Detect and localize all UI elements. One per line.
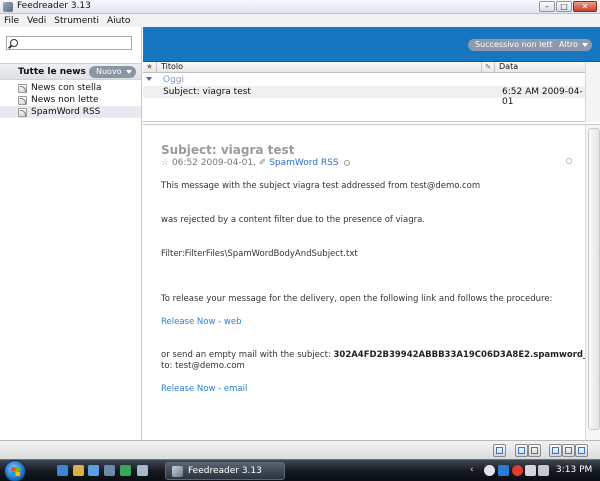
- minimize-icon: –: [545, 2, 549, 11]
- menu-bar: File Vedi Strumenti Aiuto: [0, 14, 600, 27]
- tray-expand-icon[interactable]: ‹: [470, 465, 474, 475]
- status-dot-icon[interactable]: [566, 158, 572, 164]
- release-web-link[interactable]: Release Now - web: [161, 317, 241, 327]
- close-button[interactable]: ✕: [573, 1, 597, 12]
- clock[interactable]: 3:13 PM: [556, 465, 592, 475]
- more-button[interactable]: Altro: [552, 39, 592, 51]
- article-meta: ☆ 06:52 2009-04-01, ✐ SpamWord RSS: [161, 158, 351, 168]
- sync-icon[interactable]: [493, 444, 506, 457]
- star-icon[interactable]: ☆: [161, 158, 169, 168]
- next-unread-button[interactable]: Successivo non letto: [468, 39, 565, 51]
- menu-vedi[interactable]: Vedi: [27, 16, 46, 26]
- chevron-down-icon: [125, 70, 132, 74]
- folder-icon[interactable]: [73, 465, 84, 476]
- view-compact-icon[interactable]: [515, 444, 528, 457]
- rss-icon: [18, 108, 27, 117]
- menu-file[interactable]: File: [4, 16, 19, 26]
- group-today[interactable]: Oggi: [143, 74, 585, 85]
- feedreader-icon: [172, 466, 183, 477]
- feed-sidebar: Tutte le news Nuovo News con stella News…: [0, 27, 142, 440]
- feed-item-label: News con stella: [31, 83, 102, 93]
- show-desktop-icon[interactable]: [88, 465, 99, 476]
- tray-monitor-icon[interactable]: [525, 465, 536, 476]
- article-source-link[interactable]: SpamWord RSS: [269, 158, 338, 168]
- all-news-header[interactable]: Tutte le news Nuovo: [0, 63, 141, 80]
- tray-security-icon[interactable]: [512, 465, 523, 476]
- release-code: 302A4FD2B39942ABBB33A19C06D3A8E2.spamwor…: [333, 350, 594, 360]
- status-bar: [0, 440, 600, 459]
- tray-network-icon[interactable]: [498, 465, 509, 476]
- title-bar: Feedreader 3.13 – □ ✕: [0, 0, 600, 14]
- column-date[interactable]: Data: [499, 62, 518, 72]
- flag-column-icon[interactable]: ✎: [481, 62, 495, 72]
- article-subject[interactable]: Subject: viagra test: [161, 143, 294, 157]
- minimize-button[interactable]: –: [539, 1, 555, 12]
- all-news-label: Tutte le news: [18, 67, 86, 77]
- body-line-3: Filter:FilterFiles\SpamWordBodyAndSubjec…: [161, 249, 358, 259]
- body-line-1: This message with the subject viagra tes…: [161, 181, 481, 191]
- body-line-5-prefix: or send an empty mail with the subject:: [161, 350, 331, 360]
- search-input[interactable]: [21, 38, 129, 49]
- window-title: Feedreader 3.13: [17, 1, 91, 11]
- list-header: ★ Titolo ✎ Data: [143, 62, 585, 73]
- list-scrollbar[interactable]: [585, 62, 600, 122]
- column-title[interactable]: Titolo: [161, 62, 183, 72]
- more-button-label: Altro: [559, 40, 578, 49]
- article-list: ★ Titolo ✎ Data Oggi Subject: viagra tes…: [143, 62, 600, 122]
- feed-item-spamword[interactable]: SpamWord RSS: [0, 106, 141, 118]
- app-shortcut-icon[interactable]: [120, 465, 131, 476]
- search-box[interactable]: [6, 36, 132, 50]
- task-label: Feedreader 3.13: [188, 466, 262, 476]
- new-button-label: Nuovo: [96, 67, 122, 76]
- group-label: Oggi: [163, 75, 185, 85]
- feed-list: News con stella News non lette SpamWord …: [0, 82, 141, 118]
- feed-item-label: News non lette: [31, 95, 99, 105]
- feed-item-unread[interactable]: News non lette: [0, 94, 141, 106]
- view-wide-icon[interactable]: [528, 444, 541, 457]
- task-feedreader[interactable]: Feedreader 3.13: [165, 462, 285, 480]
- close-icon: ✕: [581, 2, 589, 11]
- start-button[interactable]: [4, 460, 26, 481]
- body-line-6: to: test@demo.com: [161, 361, 245, 371]
- reading-pane: Subject: viagra test ☆ 06:52 2009-04-01,…: [143, 124, 600, 440]
- app-icon: [3, 2, 13, 12]
- maximize-button[interactable]: □: [556, 1, 572, 12]
- feed-item-starred[interactable]: News con stella: [0, 82, 141, 94]
- new-button[interactable]: Nuovo: [89, 66, 136, 78]
- row-title: Subject: viagra test: [163, 87, 251, 97]
- expand-triangle-icon[interactable]: [146, 77, 152, 81]
- rss-icon: [18, 84, 27, 93]
- tray-app-icon[interactable]: [484, 465, 495, 476]
- pencil-icon: ✐: [258, 158, 267, 168]
- star-column-icon[interactable]: ★: [143, 62, 157, 72]
- row-date: 6:52 AM 2009-04-01: [502, 87, 583, 107]
- maximize-icon: □: [560, 2, 568, 11]
- taskbar: Feedreader 3.13 ‹ 3:13 PM: [0, 459, 600, 481]
- body-line-5: or send an empty mail with the subject: …: [161, 350, 594, 360]
- menu-aiuto[interactable]: Aiuto: [107, 16, 130, 26]
- body-line-4: To release your message for the delivery…: [161, 294, 553, 304]
- feed-item-label: SpamWord RSS: [31, 107, 101, 117]
- table-row[interactable]: Subject: viagra test 6:52 AM 2009-04-01: [143, 86, 585, 107]
- search-icon: [10, 39, 18, 47]
- article-time: 06:52 2009-04-01,: [171, 158, 256, 168]
- layout-1-icon[interactable]: [549, 444, 562, 457]
- chevron-down-icon: [581, 43, 588, 47]
- release-email-link[interactable]: Release Now - email: [161, 384, 247, 394]
- body-line-2: was rejected by a content filter due to …: [161, 215, 425, 225]
- app-shortcut-2-icon[interactable]: [137, 465, 148, 476]
- layout-3-icon[interactable]: [575, 444, 588, 457]
- tray-volume-icon[interactable]: [538, 465, 549, 476]
- toolbar: Successivo non letto Altro: [143, 27, 600, 62]
- window-controls: – □ ✕: [539, 1, 597, 13]
- ie-icon[interactable]: [57, 465, 68, 476]
- menu-strumenti[interactable]: Strumenti: [54, 16, 99, 26]
- layout-2-icon[interactable]: [562, 444, 575, 457]
- reader-scrollbar[interactable]: [585, 125, 600, 440]
- circle-icon[interactable]: [344, 160, 351, 166]
- switch-windows-icon[interactable]: [104, 465, 115, 476]
- rss-icon: [18, 96, 27, 105]
